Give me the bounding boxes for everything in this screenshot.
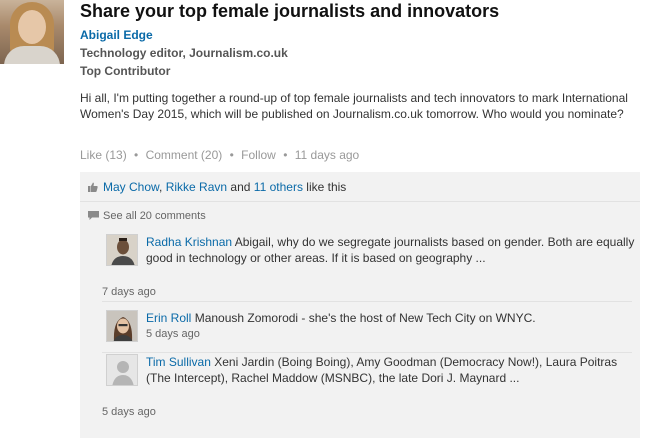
comment-timestamp: 5 days ago	[102, 406, 156, 418]
comment-divider	[102, 301, 632, 302]
comment-timestamp: 7 days ago	[102, 286, 156, 298]
see-all-comments-label: See all 20 comments	[103, 210, 206, 222]
person-photo-icon	[107, 311, 137, 341]
commenter-name-link[interactable]: Radha Krishnan	[146, 235, 232, 249]
liker-link[interactable]: May Chow	[103, 180, 159, 194]
comment-button[interactable]: Comment (20)	[146, 148, 223, 162]
see-all-comments-link[interactable]: See all 20 comments	[88, 210, 206, 222]
author-headline: Technology editor, Journalism.co.uk	[80, 46, 288, 60]
commenter-name-link[interactable]: Erin Roll	[146, 311, 191, 325]
other-likers-link[interactable]: 11 others	[254, 180, 303, 194]
likes-comma: ,	[159, 180, 163, 194]
like-button[interactable]: Like (13)	[80, 148, 127, 162]
separator-dot: •	[229, 148, 234, 162]
person-photo-icon	[107, 235, 137, 265]
comment-text: Radha Krishnan Abigail, why do we segreg…	[146, 234, 636, 266]
separator-dot: •	[134, 148, 139, 162]
comment-body: Manoush Zomorodi - she's the host of New…	[194, 311, 536, 325]
activity-panel: May Chow, Rikke Ravn and 11 others like …	[80, 172, 640, 438]
panel-divider	[80, 201, 640, 202]
commenter-avatar[interactable]	[106, 354, 138, 386]
contributor-badge: Top Contributor	[80, 64, 171, 78]
separator-dot: •	[283, 148, 288, 162]
comment-timestamp: 5 days ago	[146, 328, 200, 340]
author-name-link[interactable]: Abigail Edge	[80, 28, 153, 42]
liker-link[interactable]: Rikke Ravn	[166, 180, 227, 194]
follow-button[interactable]: Follow	[241, 148, 276, 162]
likes-summary: May Chow, Rikke Ravn and 11 others like …	[88, 180, 346, 194]
comment-divider	[102, 352, 632, 353]
commenter-avatar[interactable]	[106, 310, 138, 342]
avatar-face	[18, 10, 46, 44]
comment-bubble-icon	[88, 211, 99, 220]
thumbs-up-icon	[88, 182, 98, 192]
comment-body: Xeni Jardin (Boing Boing), Amy Goodman (…	[146, 355, 618, 385]
commenter-name-link[interactable]: Tim Sullivan	[146, 355, 211, 369]
likes-suffix: like this	[306, 180, 347, 194]
post-actions: Like (13) • Comment (20) • Follow • 11 d…	[80, 148, 359, 162]
author-avatar[interactable]	[0, 0, 64, 64]
likes-and: and	[230, 180, 251, 194]
comment-text: Erin Roll Manoush Zomorodi - she's the h…	[146, 310, 636, 326]
default-user-icon	[107, 355, 137, 385]
commenter-avatar[interactable]	[106, 234, 138, 266]
post-title[interactable]: Share your top female journalists and in…	[80, 1, 499, 22]
comment-text: Tim Sullivan Xeni Jardin (Boing Boing), …	[146, 354, 636, 386]
post-timestamp: 11 days ago	[294, 148, 360, 162]
post-body: Hi all, I'm putting together a round-up …	[80, 91, 628, 121]
